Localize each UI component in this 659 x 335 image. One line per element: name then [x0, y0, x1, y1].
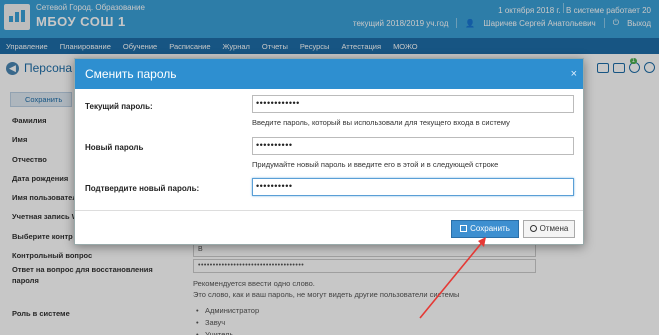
- close-icon[interactable]: ×: [571, 59, 577, 89]
- change-password-dialog: Сменить пароль × Текущий пароль: •••••••…: [74, 58, 584, 245]
- dialog-divider: [75, 210, 583, 211]
- dialog-title: Сменить пароль: [85, 67, 177, 81]
- dialog-header: Сменить пароль ×: [75, 59, 583, 89]
- dialog-save-button[interactable]: Сохранить: [451, 220, 519, 238]
- current-password-hint: Введите пароль, который вы использовали …: [252, 118, 510, 127]
- dialog-cancel-label: Отмена: [539, 224, 569, 233]
- dialog-save-label: Сохранить: [470, 224, 510, 233]
- confirm-password-input[interactable]: ••••••••••: [252, 178, 574, 196]
- new-password-hint: Придумайте новый пароль и введите его в …: [252, 160, 499, 169]
- current-password-label: Текущий пароль:: [85, 102, 153, 111]
- dialog-cancel-button[interactable]: Отмена: [523, 220, 575, 238]
- confirm-password-label: Подтвердите новый пароль:: [85, 184, 200, 193]
- cancel-circle-icon: [529, 225, 537, 232]
- current-password-input[interactable]: ••••••••••••: [252, 95, 574, 113]
- new-password-input[interactable]: ••••••••••: [252, 137, 574, 155]
- new-password-label: Новый пароль: [85, 143, 144, 152]
- floppy-disk-icon: [460, 225, 468, 232]
